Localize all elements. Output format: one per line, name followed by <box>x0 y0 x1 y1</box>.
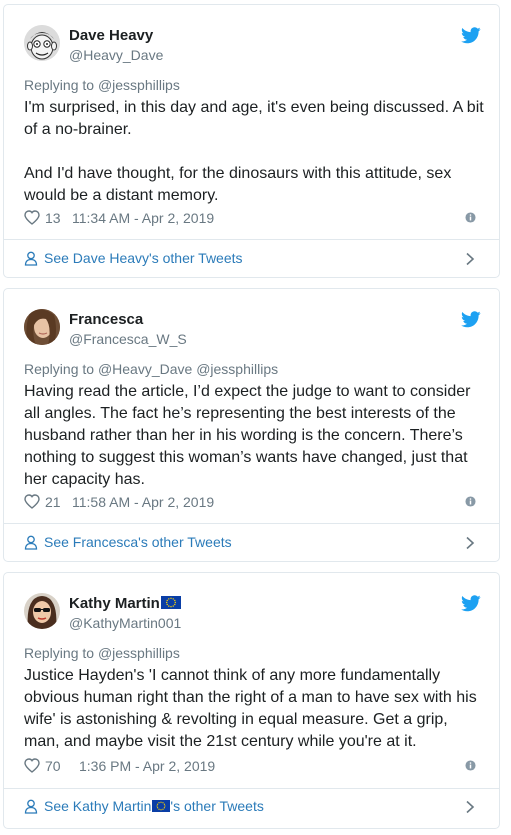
display-name[interactable]: Dave Heavy <box>69 27 153 44</box>
tweet-text: I'm surprised, in this day and age, it's… <box>24 97 484 207</box>
avatar-photo-icon <box>24 309 60 345</box>
display-name[interactable]: Kathy Martin <box>69 595 181 612</box>
eu-flag-icon <box>152 800 171 812</box>
tweet-meta: 70 1:36 PM - Apr 2, 2019 <box>24 758 479 776</box>
display-name[interactable]: Francesca <box>69 311 143 328</box>
tweet-card: Dave Heavy @Heavy_Dave Replying to @jess… <box>3 4 500 278</box>
twitter-bird-icon[interactable] <box>461 311 481 328</box>
reply-prefix: Replying to <box>24 77 98 93</box>
see-other-tweets-label[interactable]: See Dave Heavy's other Tweets <box>44 250 243 266</box>
eu-flag-icon <box>160 596 181 609</box>
avatar[interactable] <box>24 309 60 345</box>
divider <box>4 523 499 524</box>
person-icon <box>24 251 38 266</box>
reply-prefix: Replying to <box>24 361 98 377</box>
chevron-right-icon[interactable] <box>465 800 475 814</box>
reply-to-link[interactable]: @Heavy_Dave @jessphillips <box>98 361 278 377</box>
footer-prefix[interactable]: See Kathy Martin <box>44 798 151 814</box>
person-icon <box>24 535 38 550</box>
person-icon <box>24 799 38 814</box>
tweet-paragraph: I'm surprised, in this day and age, it's… <box>24 99 484 138</box>
like-count[interactable]: 21 <box>45 494 61 510</box>
twitter-bird-icon[interactable] <box>461 27 481 44</box>
heart-icon[interactable] <box>24 758 40 773</box>
tweet-paragraph: Having read the article, I’d expect the … <box>24 383 471 488</box>
timestamp[interactable]: 11:34 AM - Apr 2, 2019 <box>72 210 214 226</box>
heart-icon[interactable] <box>24 494 40 509</box>
reply-to-link[interactable]: @jessphillips <box>98 77 180 93</box>
see-other-tweets-link[interactable]: See Dave Heavy's other Tweets <box>24 250 479 270</box>
avatar-photo-icon <box>24 593 60 629</box>
chevron-right-icon[interactable] <box>465 536 475 550</box>
user-handle[interactable]: @KathyMartin001 <box>69 615 181 631</box>
avatar[interactable] <box>24 593 60 629</box>
reply-to-link[interactable]: @jessphillips <box>98 645 180 661</box>
tweet-paragraph: Justice Hayden's 'I cannot think of any … <box>24 667 477 750</box>
avatar-cartoon-icon <box>24 25 60 61</box>
tweet-text: Justice Hayden's 'I cannot think of any … <box>24 665 484 753</box>
user-handle[interactable]: @Francesca_W_S <box>69 331 187 347</box>
divider <box>4 788 499 789</box>
footer-suffix[interactable]: 's other Tweets <box>170 798 263 814</box>
see-other-tweets-link[interactable]: See Francesca's other Tweets <box>24 534 479 554</box>
user-handle[interactable]: @Heavy_Dave <box>69 47 163 63</box>
reply-context: Replying to @jessphillips <box>24 77 180 93</box>
reply-context: Replying to @jessphillips <box>24 645 180 661</box>
like-count[interactable]: 70 <box>45 758 61 774</box>
tweet-meta: 21 11:58 AM - Apr 2, 2019 <box>24 494 479 512</box>
timestamp[interactable]: 11:58 AM - Apr 2, 2019 <box>72 494 214 510</box>
tweet-paragraph: And I'd have thought, for the dinosaurs … <box>24 165 452 204</box>
heart-icon[interactable] <box>24 210 40 225</box>
see-other-tweets-label[interactable]: See Kathy Martin 's other Tweets <box>44 798 264 814</box>
reply-context: Replying to @Heavy_Dave @jessphillips <box>24 361 278 377</box>
see-other-tweets-label[interactable]: See Francesca's other Tweets <box>44 534 232 550</box>
tweet-text: Having read the article, I’d expect the … <box>24 381 484 491</box>
avatar[interactable] <box>24 25 60 61</box>
twitter-bird-icon[interactable] <box>461 595 481 612</box>
like-count[interactable]: 13 <box>45 210 61 226</box>
timestamp[interactable]: 1:36 PM - Apr 2, 2019 <box>79 758 215 774</box>
tweet-card: Kathy Martin @KathyMartin001 Replying to… <box>3 572 500 829</box>
info-icon[interactable] <box>465 212 476 223</box>
display-name-text[interactable]: Kathy Martin <box>69 595 160 612</box>
divider <box>4 239 499 240</box>
tweet-meta: 13 11:34 AM - Apr 2, 2019 <box>24 210 479 228</box>
reply-prefix: Replying to <box>24 645 98 661</box>
info-icon[interactable] <box>465 496 476 507</box>
info-icon[interactable] <box>465 760 476 771</box>
tweet-card: Francesca @Francesca_W_S Replying to @He… <box>3 288 500 562</box>
chevron-right-icon[interactable] <box>465 252 475 266</box>
see-other-tweets-link[interactable]: See Kathy Martin 's other Tweets <box>24 798 479 818</box>
